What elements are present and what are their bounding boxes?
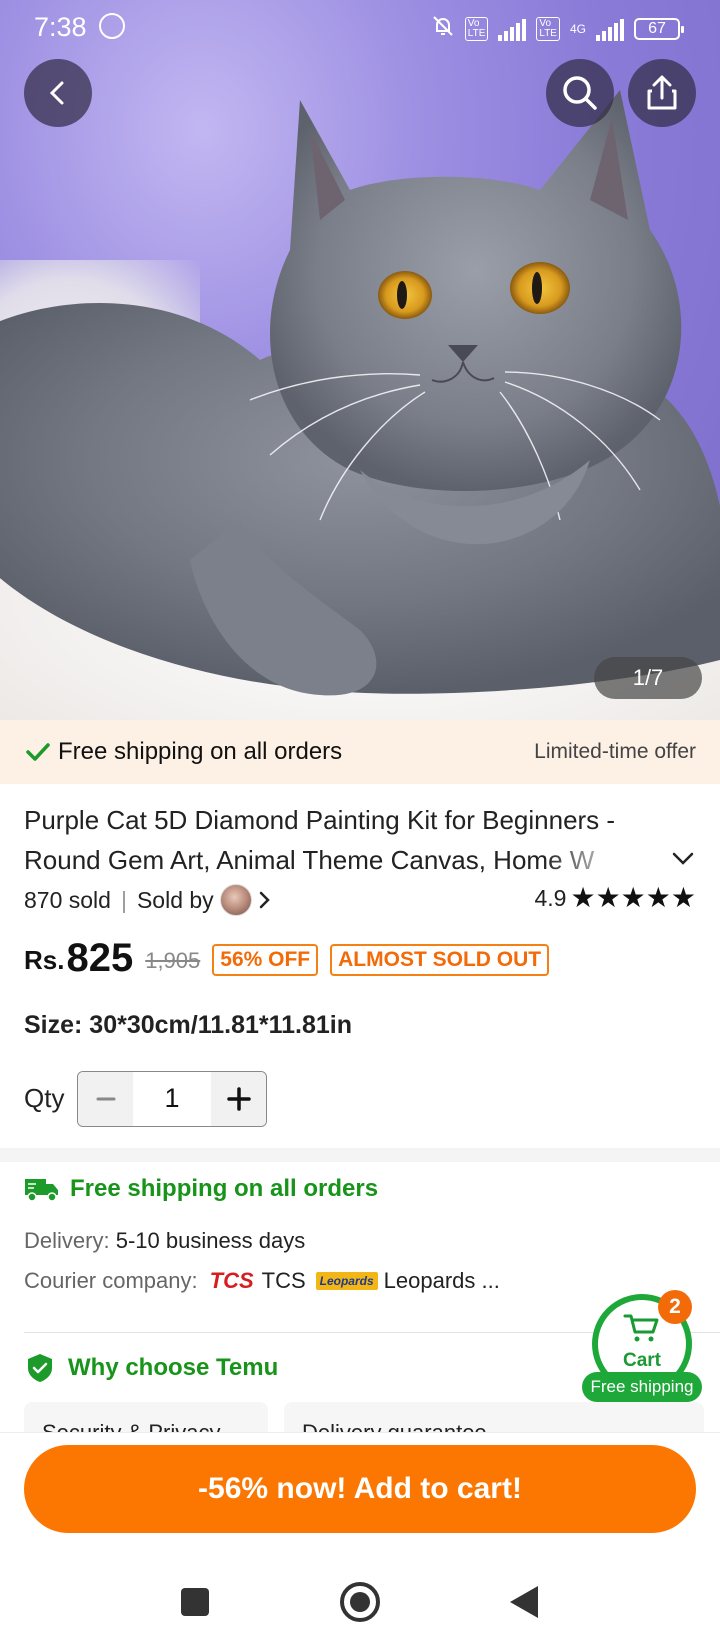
truck-icon: [25, 1179, 58, 1202]
delivery-label: Delivery:: [24, 1228, 110, 1253]
delivery-value: 5-10 business days: [115, 1228, 306, 1253]
cart-free-shipping-badge: Free shipping: [582, 1372, 702, 1402]
cart-label: Cart: [622, 1350, 661, 1371]
star-icon: ★: [645, 882, 671, 913]
check-icon: [26, 743, 50, 761]
whatsapp-icon: [99, 13, 125, 39]
qty-value[interactable]: 1: [133, 1072, 211, 1126]
cart-count-badge: 2: [658, 1290, 692, 1324]
courier-info: Courier company: TCS TCS Leopards Leopar…: [24, 1268, 500, 1294]
free-shipping-text: Free shipping on all orders: [58, 738, 343, 765]
shield-check-icon: [28, 1354, 52, 1382]
product-title[interactable]: Purple Cat 5D Diamond Painting Kit for B…: [24, 800, 664, 880]
product-title-text: Purple Cat 5D Diamond Painting Kit for B…: [24, 805, 616, 875]
price-row: Rs. 825 1,905 56% OFF ALMOST SOLD OUT: [24, 936, 550, 980]
discount-badge: 56% OFF: [212, 944, 319, 976]
battery-icon: 67: [634, 17, 684, 40]
free-shipping-banner: Free shipping on all orders Limited-time…: [0, 720, 720, 784]
sold-count: 870 sold: [24, 886, 111, 913]
security-card[interactable]: Security & Privacy: [24, 1402, 268, 1432]
network-type: 4G: [569, 21, 586, 36]
stock-badge: ALMOST SOLD OUT: [330, 944, 550, 976]
old-price: 1,905: [145, 948, 201, 973]
plus-icon: [226, 1087, 251, 1111]
decrease-button[interactable]: [78, 1072, 133, 1126]
currency: Rs.: [24, 945, 65, 975]
limited-offer-text: Limited-time offer: [534, 740, 696, 763]
title-fade: [544, 840, 664, 880]
star-icon: ★: [570, 882, 596, 913]
share-button[interactable]: [628, 59, 696, 127]
image-counter: 1/7: [594, 657, 702, 699]
cat-illustration: [0, 90, 720, 696]
star-icon: ★: [670, 882, 696, 913]
status-bar: 7:38 Vo LTE Vo LTE 4G 67: [0, 0, 720, 54]
signal-icon-2: [596, 17, 624, 41]
courier-leopards: Leopards ...: [383, 1268, 500, 1293]
signal-icon: [498, 17, 527, 41]
back-nav-icon[interactable]: [510, 1586, 538, 1618]
price: 825: [66, 936, 134, 980]
rating-value: 4.9: [534, 884, 567, 911]
quantity-stepper[interactable]: 1: [77, 1071, 267, 1127]
volte-icon: Vo LTE: [464, 16, 489, 41]
share-icon: [647, 75, 677, 110]
sales-meta: 870 sold | Sold by: [24, 884, 274, 916]
cart-icon: [623, 1314, 659, 1342]
why-choose-header[interactable]: Why choose Temu: [24, 1352, 278, 1384]
chevron-left-icon: [49, 81, 64, 105]
shipping-section-header[interactable]: Free shipping on all orders: [24, 1175, 378, 1203]
chevron-right-icon[interactable]: [256, 889, 274, 911]
increase-button[interactable]: [211, 1072, 266, 1126]
search-icon: [563, 76, 597, 110]
meta-separator: |: [120, 886, 127, 913]
status-icons: Vo LTE Vo LTE 4G 67: [431, 14, 684, 43]
shipping-section-title: Free shipping on all orders: [70, 1175, 379, 1202]
chevron-down-icon[interactable]: [670, 848, 696, 868]
leopards-logo: Leopards: [315, 1272, 378, 1290]
star-icon: ★: [620, 882, 646, 913]
tcs-logo: TCS: [209, 1268, 254, 1293]
star-icon: ★: [595, 882, 621, 913]
home-icon[interactable]: [340, 1582, 380, 1622]
minus-icon: [96, 1097, 115, 1101]
courier-label: Courier company:: [24, 1268, 198, 1293]
search-button[interactable]: [546, 59, 614, 127]
volte-icon-2: Vo LTE: [536, 16, 560, 41]
section-gap: [0, 1148, 720, 1162]
product-image[interactable]: [0, 0, 720, 720]
qty-label: Qty: [24, 1083, 65, 1113]
size-label[interactable]: Size: 30*30cm/11.81*11.81in: [24, 1011, 352, 1040]
back-button[interactable]: [24, 59, 92, 127]
recents-icon[interactable]: [181, 1588, 209, 1616]
status-time: 7:38: [34, 12, 87, 42]
star-rating-icons: ★ ★ ★ ★ ★: [570, 884, 696, 912]
courier-tcs: TCS: [261, 1268, 306, 1293]
add-to-cart-button[interactable]: -56% now! Add to cart!: [24, 1445, 696, 1533]
bell-muted-icon: [431, 14, 455, 43]
delivery-guarantee-card[interactable]: Delivery guarantee: [284, 1402, 704, 1432]
why-choose-title: Why choose Temu: [68, 1354, 279, 1381]
seller-avatar[interactable]: [219, 884, 252, 916]
rating[interactable]: 4.9 ★ ★ ★ ★ ★: [534, 884, 696, 912]
sold-by-label[interactable]: Sold by: [137, 887, 214, 914]
delivery-info: Delivery: 5-10 business days: [24, 1228, 305, 1254]
why-cards: Security & Privacy Delivery guarantee: [24, 1402, 720, 1432]
